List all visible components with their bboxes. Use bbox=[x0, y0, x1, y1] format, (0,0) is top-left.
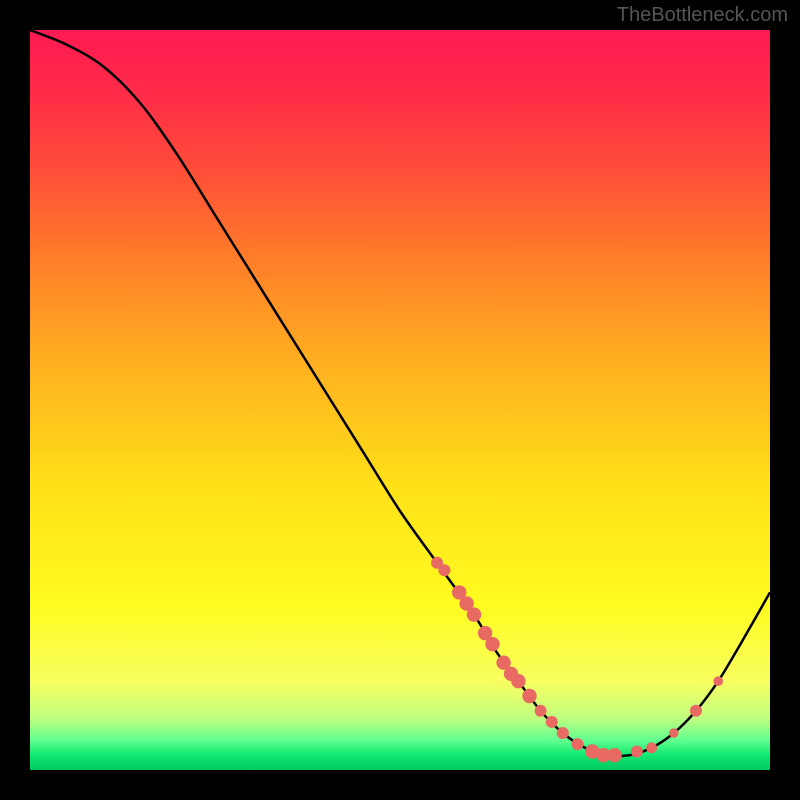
chart-svg bbox=[30, 30, 770, 770]
plot-area bbox=[30, 30, 770, 770]
data-marker bbox=[511, 674, 525, 688]
data-marker bbox=[690, 705, 702, 717]
data-marker bbox=[485, 637, 499, 651]
data-marker bbox=[535, 705, 547, 717]
data-marker bbox=[572, 738, 584, 750]
data-marker bbox=[713, 676, 723, 686]
data-marker bbox=[546, 716, 558, 728]
data-marker bbox=[467, 607, 481, 621]
bottleneck-curve bbox=[30, 30, 770, 756]
data-marker bbox=[522, 689, 536, 703]
data-marker bbox=[631, 746, 643, 758]
data-marker bbox=[669, 728, 679, 738]
data-marker bbox=[646, 742, 657, 753]
watermark-text: TheBottleneck.com bbox=[617, 4, 788, 27]
data-marker bbox=[607, 748, 621, 762]
data-markers bbox=[431, 557, 723, 763]
data-marker bbox=[557, 727, 569, 739]
data-marker bbox=[438, 564, 450, 576]
